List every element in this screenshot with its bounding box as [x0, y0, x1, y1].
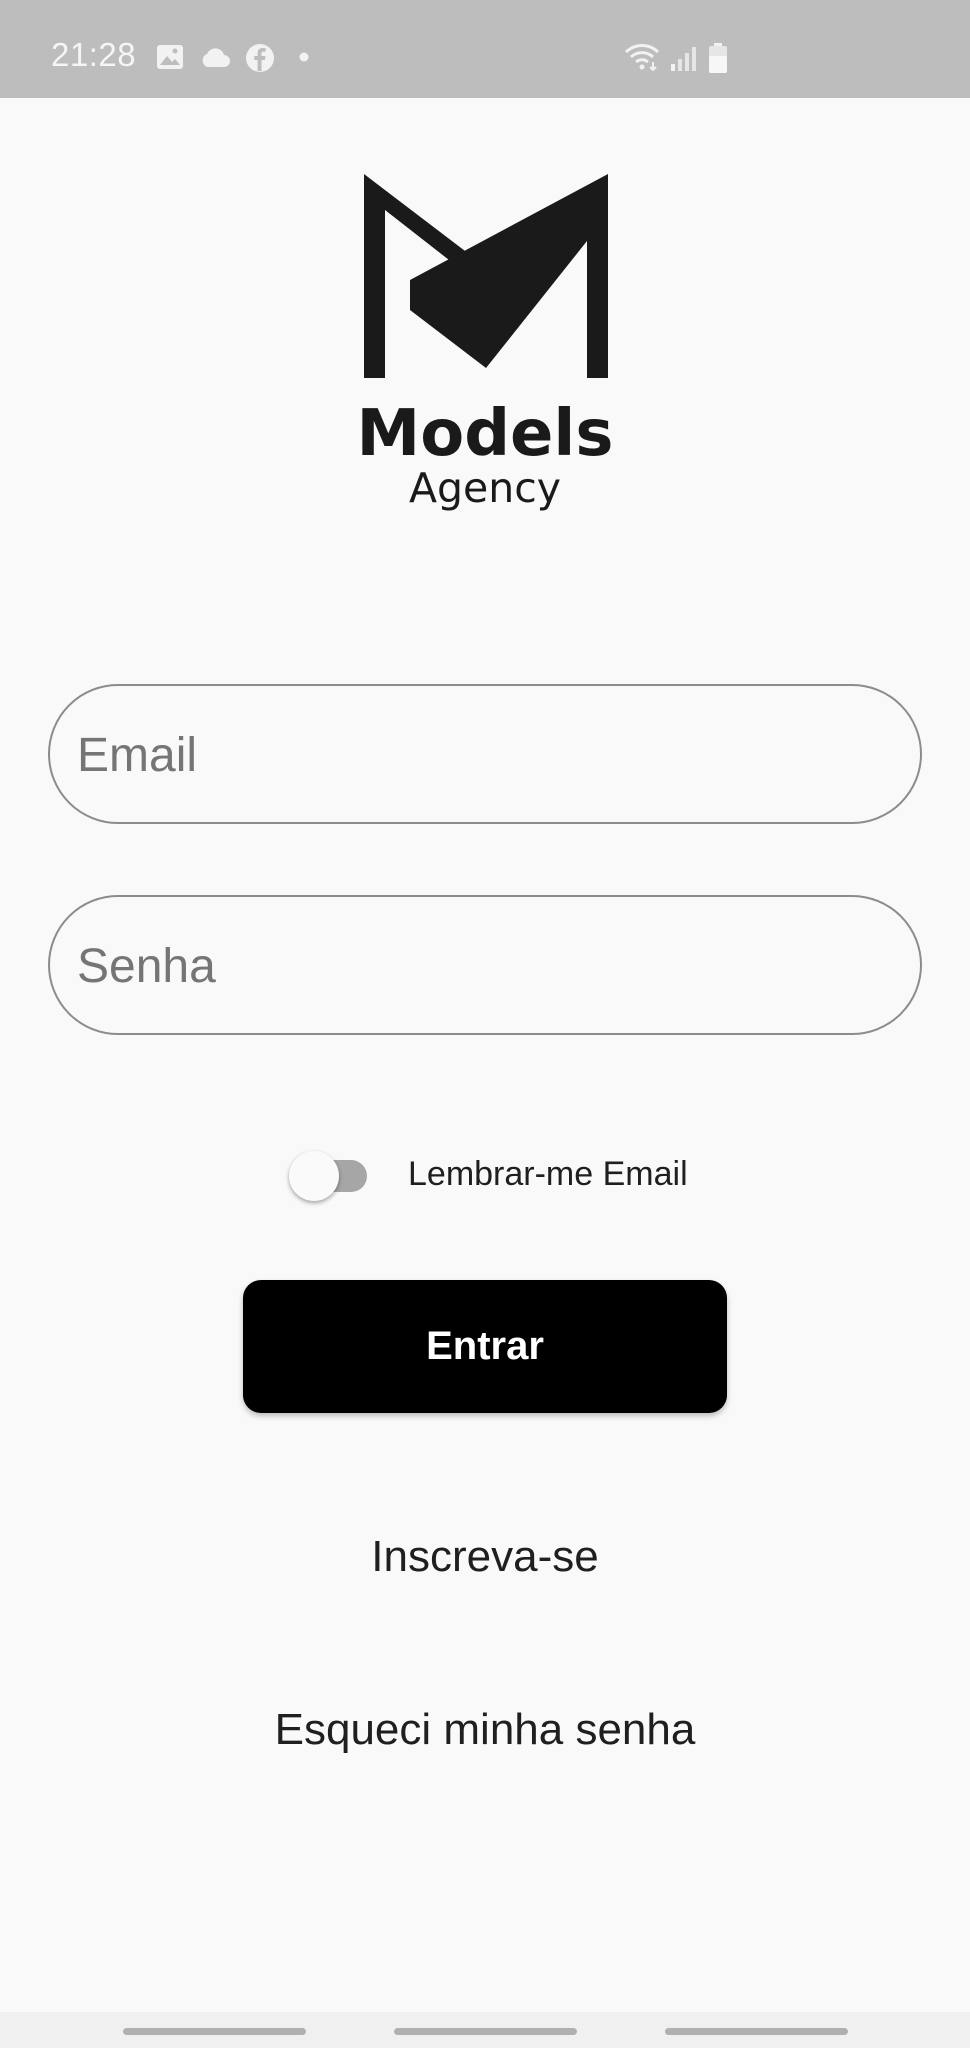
status-bar: 21:28: [0, 0, 970, 98]
nav-back-button[interactable]: [665, 2028, 848, 2035]
password-field[interactable]: Senha: [48, 895, 922, 1035]
password-placeholder: Senha: [77, 940, 216, 993]
signup-link[interactable]: Inscreva-se: [0, 1532, 970, 1582]
brand-logo: Models Agency: [340, 170, 630, 515]
logo-mark-icon: Models Agency: [357, 174, 614, 512]
remember-email-label: Lembrar-me Email: [408, 1155, 688, 1193]
dot-icon: [299, 52, 309, 62]
image-icon: [157, 45, 183, 69]
nav-recent-apps-button[interactable]: [123, 2028, 306, 2035]
status-time: 21:28: [51, 36, 137, 73]
forgot-password-link[interactable]: Esqueci minha senha: [0, 1705, 970, 1755]
email-field[interactable]: Email: [48, 684, 922, 824]
system-nav-bar: [0, 2012, 970, 2048]
remember-email-toggle[interactable]: [289, 1151, 377, 1201]
nav-home-button[interactable]: [394, 2028, 577, 2035]
logo-models-text: Models: [357, 397, 614, 471]
login-button[interactable]: Entrar: [243, 1280, 727, 1413]
cloud-icon: [202, 48, 230, 67]
facebook-icon: [246, 44, 274, 72]
wifi-icon: [624, 44, 660, 72]
email-placeholder: Email: [77, 729, 198, 782]
login-button-label: Entrar: [426, 1324, 544, 1368]
login-screen: 21:28 Models Agency Email Senha Lembrar-…: [0, 0, 970, 2048]
signal-icon: [671, 47, 696, 71]
logo-agency-text: Agency: [409, 464, 561, 512]
toggle-thumb: [289, 1151, 339, 1201]
battery-icon: [709, 43, 727, 73]
